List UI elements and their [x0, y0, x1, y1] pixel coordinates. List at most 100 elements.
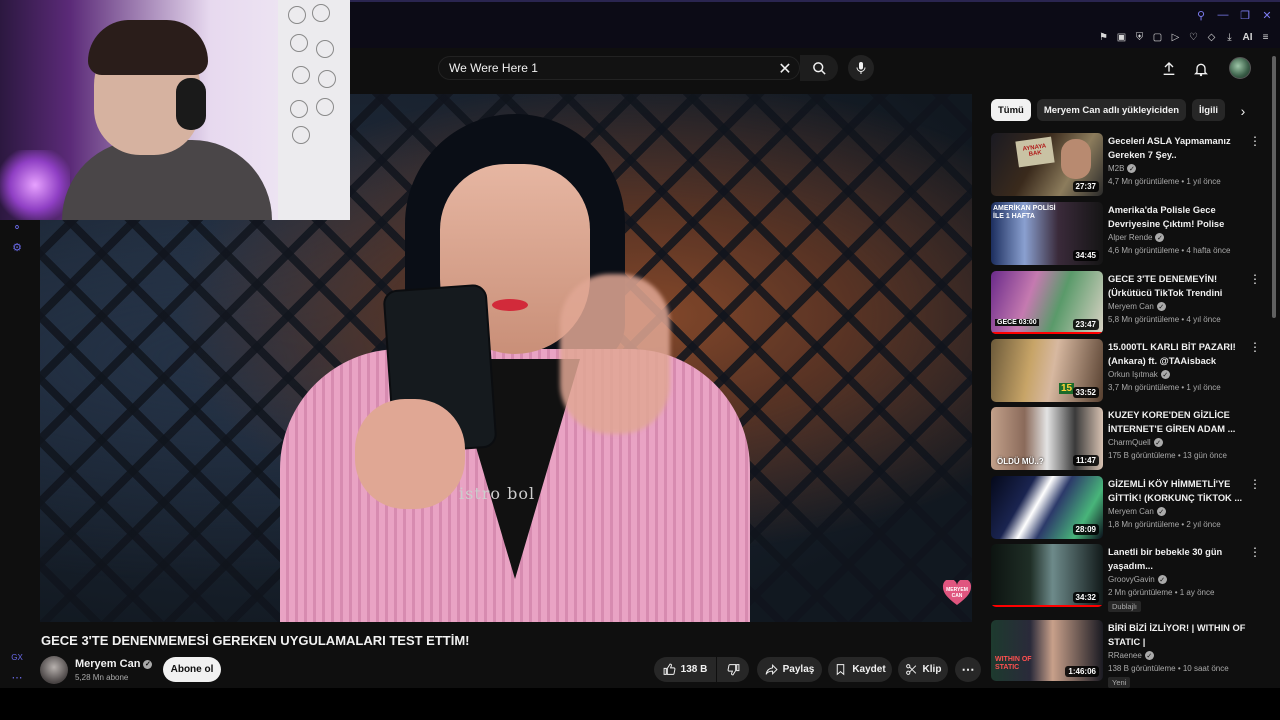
- clip-label: Klip: [922, 664, 942, 675]
- video-title: GECE 3'TE DENENMEMESİ GEREKEN UYGULAMALA…: [41, 633, 470, 648]
- bookmark-icon: [837, 664, 845, 676]
- related-channel-name[interactable]: Orkun Işıtmak: [1108, 370, 1158, 379]
- dislike-button[interactable]: [717, 657, 749, 682]
- play-icon[interactable]: ▷: [1169, 30, 1182, 44]
- related-channel-name[interactable]: RRaenee: [1108, 651, 1142, 660]
- related-video-channel[interactable]: Orkun Işıtmak ✓: [1108, 370, 1170, 380]
- related-video-item[interactable]: AYNAYA BAK 27:37 Geceleri ASLA Yapmamanı…: [991, 133, 1266, 197]
- video-thumbnail[interactable]: WITHIN OF STATIC 1:46:06: [991, 620, 1103, 681]
- voice-search-button[interactable]: [848, 55, 874, 81]
- channel-name[interactable]: Meryem Can ✓: [75, 658, 153, 670]
- related-video-item[interactable]: AMERİKAN POLİSİ İLE 1 HAFTA 34:45 Amerik…: [991, 202, 1266, 266]
- ublock-icon[interactable]: ▢: [1151, 30, 1164, 44]
- channel-avatar[interactable]: [40, 656, 68, 684]
- related-video-channel[interactable]: GroovyGavin ✓: [1108, 575, 1167, 585]
- chip-related[interactable]: İlgili: [1192, 99, 1226, 121]
- microphone-icon: [856, 62, 866, 74]
- settings-icon[interactable]: ⚙: [10, 240, 24, 254]
- related-video-channel[interactable]: Meryem Can ✓: [1108, 302, 1166, 312]
- close-icon[interactable]: ✕: [1260, 8, 1274, 22]
- related-video-channel[interactable]: Alper Rende ✓: [1108, 233, 1165, 243]
- related-video-title[interactable]: KUZEY KORE'DEN GİZLİCE İNTERNET'E GİREN …: [1108, 409, 1248, 436]
- restore-icon[interactable]: ❐: [1238, 8, 1252, 22]
- chevron-right-icon[interactable]: ›: [1234, 101, 1252, 121]
- headphones: [176, 78, 206, 130]
- related-channel-name[interactable]: GroovyGavin: [1108, 575, 1155, 584]
- related-video-title[interactable]: GİZEMLİ KÖY HİMMETLİ'YE GİTTİK! (KORKUNÇ…: [1108, 478, 1248, 505]
- clip-button[interactable]: Klip: [898, 657, 948, 682]
- video-thumbnail[interactable]: GECE 03:00 23:47: [991, 271, 1103, 334]
- search-icon[interactable]: ⚲: [1194, 8, 1208, 22]
- chip-all[interactable]: Tümü: [991, 99, 1031, 121]
- related-video-channel[interactable]: RRaenee ✓: [1108, 651, 1154, 661]
- upload-button[interactable]: [1158, 58, 1180, 80]
- video-thumbnail[interactable]: 34:32: [991, 544, 1103, 607]
- related-video-title[interactable]: Amerika'da Polisle Gece Devriyesine Çıkt…: [1108, 204, 1248, 231]
- subscribe-button[interactable]: Abone ol: [163, 657, 221, 682]
- gx-icon[interactable]: GX: [10, 650, 24, 664]
- related-video-item[interactable]: ÖLDÜ MÜ..? 11:47 KUZEY KORE'DEN GİZLİCE …: [991, 407, 1266, 471]
- screenshot-icon[interactable]: ▣: [1115, 30, 1128, 44]
- related-video-title[interactable]: GECE 3'TE DENEMEYİN! (Ürkütücü TikTok Tr…: [1108, 273, 1248, 300]
- more-actions-button[interactable]: ⋯: [955, 657, 981, 682]
- ai-icon[interactable]: AI: [1241, 30, 1254, 44]
- wall-sketch: [292, 66, 310, 84]
- share-button[interactable]: Paylaş: [757, 657, 822, 682]
- chip-from-uploader[interactable]: Meryem Can adlı yükleyiciden: [1036, 99, 1187, 121]
- wall-sketch: [316, 98, 334, 116]
- related-video-meta: 4,6 Mn görüntüleme • 4 hafta önce: [1108, 246, 1231, 255]
- vertical-dots-icon[interactable]: ⋮: [1249, 478, 1261, 492]
- related-channel-name[interactable]: Alper Rende: [1108, 233, 1152, 242]
- verified-icon: ✓: [1127, 164, 1137, 174]
- shield-icon[interactable]: ⛨: [1133, 30, 1146, 44]
- chat-icon[interactable]: ⚬: [10, 220, 24, 234]
- video-thumbnail[interactable]: AYNAYA BAK 27:37: [991, 133, 1103, 196]
- related-channel-name[interactable]: Meryem Can: [1108, 507, 1154, 516]
- related-video-channel[interactable]: CharmQuell ✓: [1108, 438, 1163, 448]
- vertical-dots-icon[interactable]: ⋮: [1249, 546, 1261, 560]
- clear-search-icon[interactable]: ✕: [774, 58, 796, 80]
- channel-name-text[interactable]: Meryem Can: [75, 658, 140, 670]
- menu-icon[interactable]: ≡: [1259, 30, 1272, 44]
- related-channel-name[interactable]: Meryem Can: [1108, 302, 1154, 311]
- pin-icon[interactable]: ⚑: [1097, 30, 1110, 44]
- heart-icon[interactable]: ♡: [1187, 30, 1200, 44]
- like-button[interactable]: 138 B: [654, 657, 716, 682]
- more-icon[interactable]: ⋯: [10, 670, 24, 684]
- page-scrollbar[interactable]: [1271, 56, 1277, 688]
- vertical-dots-icon[interactable]: ⋮: [1249, 135, 1261, 149]
- save-button[interactable]: Kaydet: [828, 657, 892, 682]
- related-video-item[interactable]: 28:09 GİZEMLİ KÖY HİMMETLİ'YE GİTTİK! (K…: [991, 476, 1266, 540]
- related-channel-name[interactable]: M2B: [1108, 164, 1124, 173]
- video-thumbnail[interactable]: 28:09: [991, 476, 1103, 539]
- related-channel-name[interactable]: CharmQuell: [1108, 438, 1151, 447]
- related-video-title[interactable]: Lanetli bir bebekle 30 gün yaşadım...: [1108, 546, 1248, 573]
- video-thumbnail[interactable]: AMERİKAN POLİSİ İLE 1 HAFTA 34:45: [991, 202, 1103, 265]
- account-avatar[interactable]: [1229, 57, 1251, 79]
- search-button[interactable]: [800, 55, 838, 81]
- related-video-title[interactable]: Geceleri ASLA Yapmamanız Gereken 7 Şey..: [1108, 135, 1248, 162]
- webcam-overlay: [0, 0, 350, 220]
- vertical-dots-icon[interactable]: ⋮: [1249, 273, 1261, 287]
- related-video-title[interactable]: BİRİ BİZİ İZLİYOR! | WITHIN OF STATIC |: [1108, 622, 1248, 649]
- lock-icon[interactable]: ◇: [1205, 30, 1218, 44]
- related-video-item[interactable]: 15 33:52 15.000TL KARLI BİT PAZARI! (Ank…: [991, 339, 1266, 403]
- related-video-title[interactable]: 15.000TL KARLI BİT PAZARI! (Ankara) ft. …: [1108, 341, 1248, 368]
- video-thumbnail[interactable]: ÖLDÜ MÜ..? 11:47: [991, 407, 1103, 470]
- related-video-item[interactable]: 34:32 Lanetli bir bebekle 30 gün yaşadım…: [991, 544, 1266, 612]
- related-video-item[interactable]: GECE 03:00 23:47 GECE 3'TE DENEMEYİN! (Ü…: [991, 271, 1266, 335]
- related-video-channel[interactable]: Meryem Can ✓: [1108, 507, 1166, 517]
- notifications-button[interactable]: [1190, 58, 1212, 80]
- minimize-icon[interactable]: —: [1216, 8, 1230, 22]
- vertical-dots-icon[interactable]: ⋮: [1249, 341, 1261, 355]
- scrollbar-thumb[interactable]: [1272, 56, 1276, 318]
- related-video-channel[interactable]: M2B ✓: [1108, 164, 1137, 174]
- download-icon[interactable]: ⤓: [1223, 30, 1236, 44]
- search-input[interactable]: [449, 61, 769, 75]
- bell-icon: [1194, 63, 1208, 77]
- related-video-meta: 1,8 Mn görüntüleme • 2 yıl önce: [1108, 520, 1221, 529]
- search-box[interactable]: [438, 56, 800, 80]
- verified-icon: ✓: [1155, 233, 1165, 243]
- video-thumbnail[interactable]: 15 33:52: [991, 339, 1103, 402]
- related-video-item[interactable]: WITHIN OF STATIC 1:46:06 BİRİ BİZİ İZLİY…: [991, 620, 1266, 688]
